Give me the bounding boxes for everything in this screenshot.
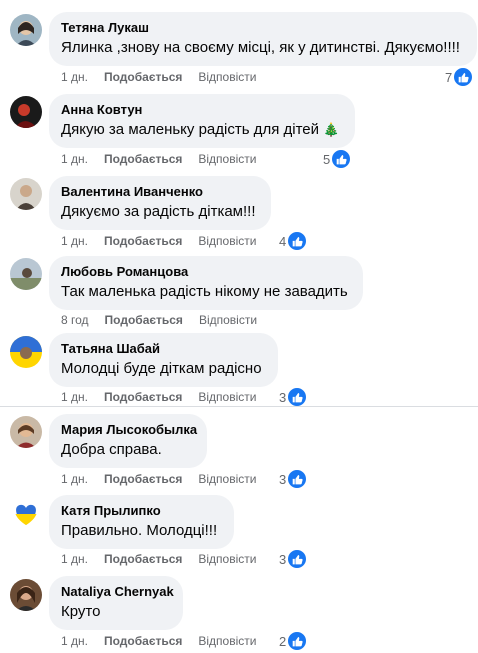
comment-text: Дякуємо за радість діткам!!! (61, 203, 256, 220)
like-button[interactable]: Подобається (105, 312, 183, 328)
comment-text: Молодці буде діткам радісно (61, 360, 262, 377)
reaction-count[interactable]: 7 (445, 67, 474, 87)
comment-time[interactable]: 1 дн. (61, 551, 88, 567)
reaction-number: 3 (279, 389, 287, 405)
thumbs-up-icon (287, 469, 308, 489)
reaction-number: 7 (445, 69, 453, 85)
reply-button[interactable]: Відповісти (198, 69, 256, 85)
comment-author[interactable]: Анна Ковтун (61, 102, 343, 118)
comment-time[interactable]: 1 дн. (61, 233, 88, 249)
comment-time[interactable]: 1 дн. (61, 69, 88, 85)
comment-actions: 1 дн. Подобається Відповісти (61, 551, 272, 567)
comment-actions: 1 дн. Подобається Відповісти (61, 233, 272, 249)
like-button[interactable]: Подобається (104, 151, 182, 167)
comment-bubble: Катя Прылипко Правильно. Молодці!!! (49, 495, 234, 549)
avatar-image (10, 96, 42, 128)
thumbs-up-icon (331, 149, 352, 169)
comment-text-body: Дякую за маленьку радість для дітей (61, 121, 319, 138)
avatar[interactable] (10, 579, 42, 611)
section-divider (0, 406, 478, 407)
like-button[interactable]: Подобається (104, 389, 182, 405)
avatar[interactable] (10, 416, 42, 448)
reply-button[interactable]: Відповісти (198, 633, 256, 649)
avatar[interactable] (10, 14, 42, 46)
comment-text: Ялинка ,знову на своєму місці, як у дити… (61, 39, 460, 56)
comment-author[interactable]: Татьяна Шабай (61, 341, 266, 357)
comment-actions: 1 дн. Подобається Відповісти (61, 69, 272, 85)
reaction-count[interactable]: 3 (279, 469, 308, 489)
comment-bubble: Nataliya Chernyak Круто (49, 576, 183, 630)
avatar-image (10, 14, 42, 46)
avatar[interactable] (10, 258, 42, 290)
reaction-number: 4 (279, 233, 287, 249)
comment-text: Так маленька радість нікому не завадить (61, 283, 348, 300)
like-button[interactable]: Подобається (104, 551, 182, 567)
avatar[interactable] (10, 96, 42, 128)
comment-text: Добра справа. (61, 441, 162, 458)
comment-author[interactable]: Валентина Иванченко (61, 184, 259, 200)
avatar-image (10, 178, 42, 210)
comment-actions: 1 дн. Подобається Відповісти (61, 151, 272, 167)
thumbs-up-icon (453, 67, 474, 87)
reaction-number: 3 (279, 551, 287, 567)
comment-actions: 8 год Подобається Відповісти (61, 312, 273, 328)
comment-author[interactable]: Nataliya Chernyak (61, 584, 174, 600)
comment-author[interactable]: Тетяна Лукаш (61, 20, 465, 36)
reaction-count[interactable]: 5 (323, 149, 352, 169)
thumbs-up-icon (287, 231, 308, 251)
comment-time[interactable]: 1 дн. (61, 151, 88, 167)
comment-actions: 1 дн. Подобається Відповісти (61, 633, 272, 649)
reply-button[interactable]: Відповісти (198, 551, 256, 567)
comment-author[interactable]: Катя Прылипко (61, 503, 222, 519)
christmas-tree-icon: 🎄 (323, 122, 340, 137)
comment-time[interactable]: 8 год (61, 312, 89, 328)
like-button[interactable]: Подобається (104, 69, 182, 85)
comment-text: Круто (61, 603, 101, 620)
like-button[interactable]: Подобається (104, 471, 182, 487)
reaction-number: 5 (323, 151, 331, 167)
comment-time[interactable]: 1 дн. (61, 389, 88, 405)
reaction-number: 2 (279, 633, 287, 649)
comment-text: Правильно. Молодці!!! (61, 522, 218, 539)
comment-bubble: Тетяна Лукаш Ялинка ,знову на своєму міс… (49, 12, 477, 66)
avatar-image (10, 416, 42, 448)
thumbs-up-icon (287, 549, 308, 569)
like-button[interactable]: Подобається (104, 233, 182, 249)
reply-button[interactable]: Відповісти (198, 389, 256, 405)
avatar-image (10, 579, 42, 611)
reply-button[interactable]: Відповісти (198, 233, 256, 249)
comment-bubble: Мария Лысокобылка Добра справа. (49, 414, 207, 468)
avatar-image (10, 336, 42, 368)
comment-time[interactable]: 1 дн. (61, 633, 88, 649)
comment-text: Дякую за маленьку радість для дітей 🎄 (61, 120, 343, 140)
avatar[interactable] (10, 336, 42, 368)
avatar-image (10, 497, 42, 529)
reaction-count[interactable]: 2 (279, 631, 308, 651)
reply-button[interactable]: Відповісти (198, 151, 256, 167)
comment-actions: 1 дн. Подобається Відповісти (61, 389, 272, 405)
comment-bubble: Валентина Иванченко Дякуємо за радість д… (49, 176, 271, 230)
reaction-count[interactable]: 4 (279, 231, 308, 251)
like-button[interactable]: Подобається (104, 633, 182, 649)
avatar[interactable] (10, 178, 42, 210)
comment-bubble: Анна Ковтун Дякую за маленьку радість дл… (49, 94, 355, 148)
comment-author[interactable]: Мария Лысокобылка (61, 422, 197, 438)
avatar[interactable] (10, 497, 42, 529)
reaction-number: 3 (279, 471, 287, 487)
thumbs-up-icon (287, 387, 308, 407)
reaction-count[interactable]: 3 (279, 549, 308, 569)
reply-button[interactable]: Відповісти (198, 471, 256, 487)
comment-time[interactable]: 1 дн. (61, 471, 88, 487)
reaction-count[interactable]: 3 (279, 387, 308, 407)
thumbs-up-icon (287, 631, 308, 651)
comment-actions: 1 дн. Подобається Відповісти (61, 471, 272, 487)
comment-bubble: Татьяна Шабай Молодці буде діткам радісн… (49, 333, 278, 387)
reply-button[interactable]: Відповісти (199, 312, 257, 328)
avatar-image (10, 258, 42, 290)
comment-author[interactable]: Любовь Романцова (61, 264, 351, 280)
comment-bubble: Любовь Романцова Так маленька радість ні… (49, 256, 363, 310)
